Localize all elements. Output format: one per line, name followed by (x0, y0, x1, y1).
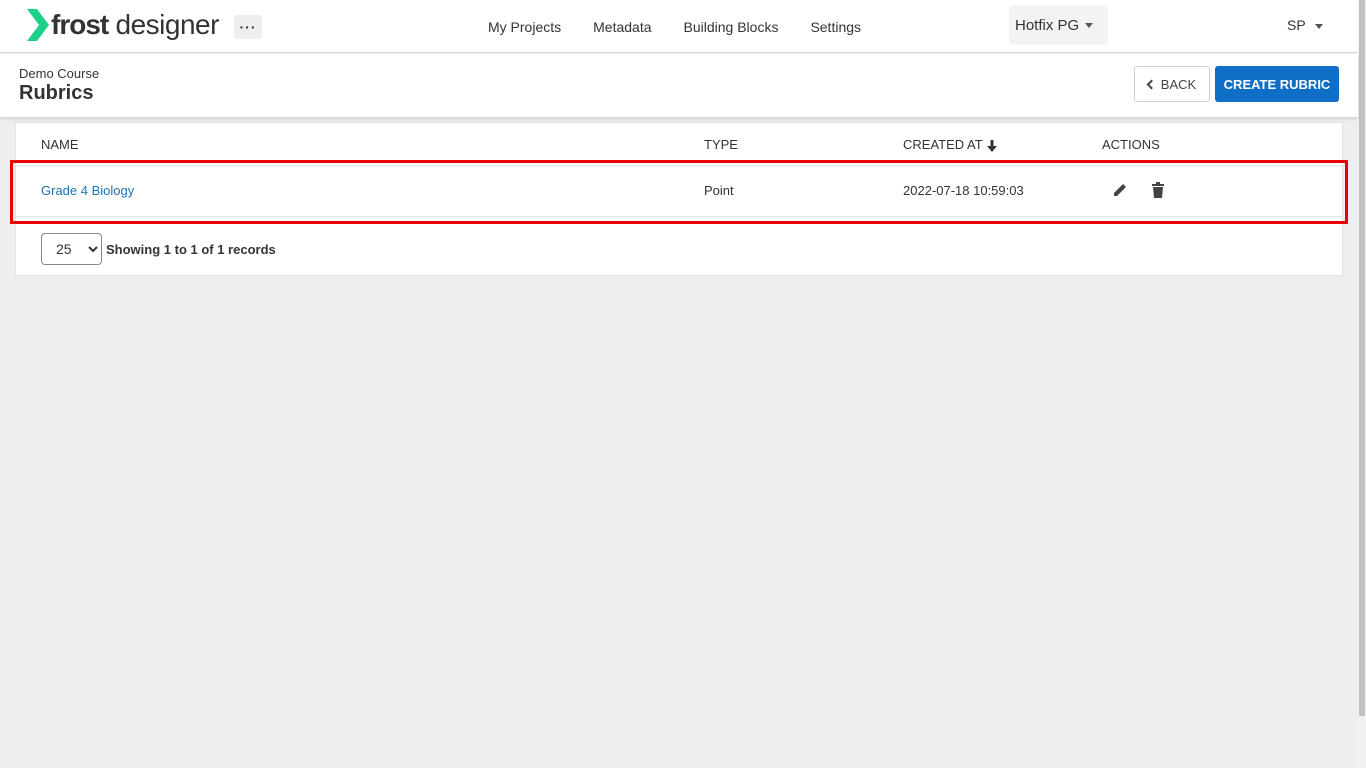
scrollbar-thumb[interactable] (1359, 0, 1365, 716)
column-header-created-at[interactable]: CREATED AT (903, 137, 997, 152)
main-nav: My Projects Metadata Building Blocks Set… (472, 0, 877, 53)
nav-building-blocks[interactable]: Building Blocks (668, 19, 795, 35)
page-size-select[interactable]: 25 (41, 233, 102, 265)
back-button[interactable]: BACK (1134, 66, 1210, 102)
rubric-created-at: 2022-07-18 10:59:03 (903, 183, 1024, 198)
back-button-label: BACK (1160, 76, 1197, 92)
table-row: Grade 4 Biology Point 2022-07-18 10:59:0… (16, 165, 1342, 217)
create-rubric-button[interactable]: CREATE RUBRIC (1215, 66, 1339, 102)
caret-down-icon (1085, 22, 1094, 28)
edit-pencil-icon[interactable] (1110, 180, 1130, 200)
logo-wordmark: frost designer (51, 9, 219, 40)
more-options-button[interactable]: ··· (234, 15, 262, 39)
page-title: Rubrics (19, 82, 94, 104)
page-header: Demo Course Rubrics BACK CREATE RUBRIC (0, 54, 1358, 117)
records-summary: Showing 1 to 1 of 1 records (106, 241, 276, 257)
caret-down-icon (1315, 23, 1324, 29)
column-header-type[interactable]: TYPE (704, 137, 738, 152)
top-navbar: frost designer ··· My Projects Metadata … (0, 0, 1358, 53)
page-scrollbar[interactable] (1358, 0, 1366, 768)
frost-logo-icon (27, 9, 49, 41)
nav-settings[interactable]: Settings (794, 19, 877, 35)
sort-descending-icon (986, 139, 997, 152)
user-initials: SP (1287, 17, 1306, 33)
rubric-type: Point (704, 183, 734, 198)
tenant-label: Hotfix PG (1015, 16, 1080, 34)
chevron-left-icon (1146, 79, 1157, 90)
tenant-dropdown[interactable]: Hotfix PG (1009, 5, 1108, 45)
nav-metadata[interactable]: Metadata (577, 19, 667, 35)
pagination: 25 Showing 1 to 1 of 1 records (41, 233, 276, 265)
user-menu[interactable]: SP (1287, 17, 1324, 33)
rubric-name-link[interactable]: Grade 4 Biology (41, 183, 134, 198)
rubrics-table: NAME TYPE CREATED AT ACTIONS Grade 4 Bio… (15, 122, 1343, 276)
nav-my-projects[interactable]: My Projects (472, 19, 577, 35)
frost-designer-logo[interactable]: frost designer (27, 8, 219, 42)
breadcrumb-course: Demo Course (19, 66, 100, 81)
delete-trash-icon[interactable] (1148, 180, 1168, 200)
column-header-actions: ACTIONS (1102, 137, 1160, 152)
column-header-name[interactable]: NAME (41, 137, 79, 152)
column-header-created-at-label: CREATED AT (903, 137, 983, 152)
